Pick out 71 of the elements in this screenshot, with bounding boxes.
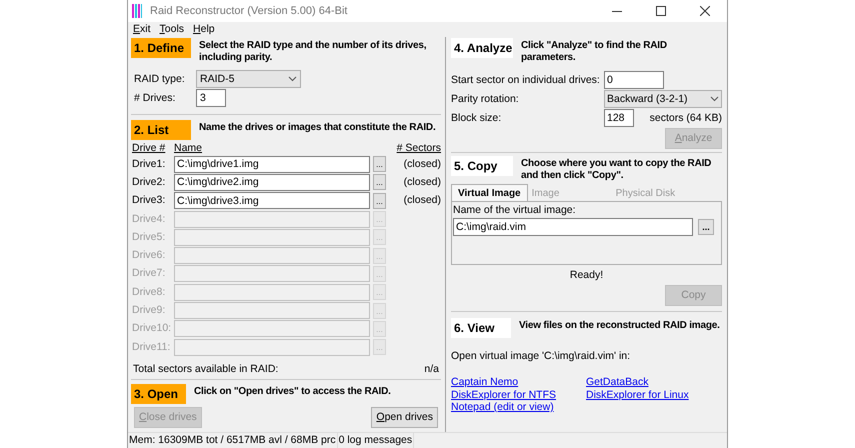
column-header[interactable]: Drive # bbox=[131, 142, 174, 155]
view-intro: Open virtual image 'C:\img\raid.vim' in: bbox=[451, 350, 632, 363]
drives-count-field[interactable]: 3 bbox=[196, 89, 226, 107]
drive-label: Drive8: bbox=[131, 286, 166, 299]
section-description: Name the drives or images that constitute the RAID. bbox=[199, 121, 436, 134]
field-label: Start sector on individual drives: bbox=[451, 74, 601, 86]
close-icon[interactable] bbox=[700, 6, 710, 16]
raid-type-dropdown[interactable]: RAID-5 bbox=[196, 70, 301, 88]
drive-label: Drive2: bbox=[131, 176, 166, 189]
status-pane: Mem: 16309MB tot / 6517MB avl / 68MB prc bbox=[128, 433, 338, 448]
drive-path-field[interactable]: C:\img\drive1.img bbox=[174, 156, 370, 173]
section-description: Click "Analyze" to find the RAID parameters. bbox=[521, 39, 668, 64]
drive-label: Drive3: bbox=[131, 194, 166, 208]
app-logo-icon bbox=[132, 4, 142, 18]
block-size-unit: sectors (64 KB) bbox=[650, 112, 722, 124]
drive-label: Drive1: bbox=[131, 158, 166, 171]
link[interactable]: DiskExplorer for Linux bbox=[586, 388, 689, 401]
browse-button[interactable]: ... bbox=[373, 174, 386, 190]
caret-icon bbox=[710, 96, 719, 102]
drive-label: Drive5: bbox=[131, 230, 166, 244]
field-label: Block size: bbox=[451, 112, 502, 124]
link[interactable]: Notepad (edit or view) bbox=[451, 401, 554, 414]
sectors-value: (closed) bbox=[404, 176, 442, 189]
drive-label: Drive7: bbox=[131, 267, 166, 280]
field-label: Name of the virtual image: bbox=[453, 204, 577, 217]
drive-label: Drive11: bbox=[131, 340, 172, 354]
drive-label: Drive9: bbox=[131, 304, 166, 318]
menu-item[interactable]: Help bbox=[193, 23, 215, 36]
section-description: Select the RAID type and the number of its drives, including parity. bbox=[199, 39, 428, 64]
field-label: RAID type: bbox=[133, 72, 186, 86]
total-label: Total sectors available in RAID: bbox=[133, 363, 278, 376]
menu-item[interactable]: Tools bbox=[160, 23, 184, 36]
tab[interactable]: Virtual Image bbox=[451, 184, 528, 201]
drive-label: Drive10: bbox=[131, 322, 172, 336]
maximize-icon[interactable] bbox=[656, 6, 666, 16]
link[interactable]: GetDataBack bbox=[586, 376, 648, 388]
block-size-field[interactable]: 128 bbox=[604, 109, 634, 127]
link[interactable]: Captain Nemo bbox=[451, 376, 518, 388]
column-header[interactable]: # Sectors bbox=[396, 142, 442, 155]
drive-path-field[interactable]: C:\img\drive3.img bbox=[174, 192, 370, 210]
virtual-image-name-field[interactable]: C:\img\raid.vim bbox=[453, 218, 693, 236]
section-title: 1. Define bbox=[131, 38, 191, 58]
section-title: 2. List bbox=[131, 120, 191, 140]
section-title: 3. Open bbox=[131, 384, 186, 404]
drive-path-field[interactable]: C:\img\drive2.img bbox=[174, 174, 370, 191]
sectors-value: (closed) bbox=[404, 158, 442, 171]
section-description: Click on "Open drives" to access the RAID. bbox=[194, 385, 391, 398]
section-title: 4. Analyze bbox=[451, 38, 513, 58]
browse-button[interactable]: ... bbox=[373, 156, 386, 172]
parity-rotation-dropdown[interactable]: Backward (3-2-1) bbox=[604, 90, 722, 108]
link[interactable]: DiskExplorer for NTFS bbox=[451, 388, 556, 401]
window-title: Raid Reconstructor (Version 5.00) 64-Bit bbox=[150, 4, 348, 18]
total-value: n/a bbox=[424, 363, 440, 376]
browse-button[interactable]: ... bbox=[373, 192, 386, 209]
status-pane: 0 log messages bbox=[338, 433, 414, 448]
drive-label: Drive6: bbox=[131, 249, 166, 262]
drive-label: Drive4: bbox=[131, 212, 166, 226]
browse-button[interactable]: ... bbox=[698, 219, 714, 235]
column-header[interactable]: Name bbox=[174, 142, 202, 155]
status-text: Ready! bbox=[568, 269, 604, 282]
section-title: 6. View bbox=[451, 318, 511, 338]
section-description: Choose where you want to copy the RAID and then click "Copy". bbox=[521, 157, 712, 182]
field-label: Parity rotation: bbox=[451, 92, 520, 106]
section-title: 5. Copy bbox=[451, 156, 513, 176]
section-description: View files on the reconstructed RAID image. bbox=[519, 319, 720, 332]
start-sector-field[interactable]: 0 bbox=[604, 71, 664, 89]
sectors-value: (closed) bbox=[404, 194, 442, 208]
caret-icon bbox=[288, 76, 297, 82]
menu-item[interactable]: Exit bbox=[133, 23, 151, 36]
action-button[interactable]: Open drives bbox=[371, 407, 438, 428]
field-label: # Drives: bbox=[133, 92, 176, 104]
